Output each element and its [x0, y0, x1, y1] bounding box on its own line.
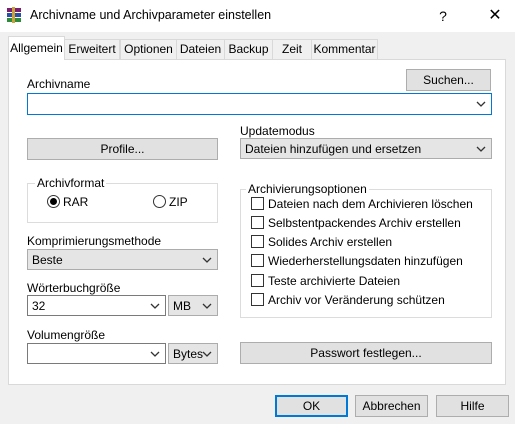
cancel-button[interactable]: Abbrechen [355, 395, 428, 417]
volume-label: Volumengröße [27, 328, 106, 342]
option-label: Selbstentpackendes Archiv erstellen [268, 216, 461, 230]
tab-allgemein[interactable]: Allgemein [8, 36, 65, 60]
profile-button[interactable]: Profile... [27, 138, 218, 160]
dictionary-unit-select[interactable]: MB [168, 295, 218, 316]
compression-value: Beste [32, 253, 63, 267]
dictionary-label: Wörterbuchgröße [27, 281, 121, 295]
tab-dateien[interactable]: Dateien [176, 39, 225, 59]
set-password-button[interactable]: Passwort festlegen... [240, 342, 492, 364]
archive-name-combobox[interactable] [27, 93, 492, 115]
option-solid[interactable]: Solides Archiv erstellen [251, 233, 487, 251]
chevron-down-icon [476, 146, 486, 152]
option-label: Solides Archiv erstellen [268, 235, 393, 249]
tab-kommentar[interactable]: Kommentar [311, 39, 378, 59]
update-mode-value: Dateien hinzufügen und ersetzen [245, 142, 422, 156]
chevron-down-icon[interactable] [149, 347, 161, 361]
archive-format-label: Archivformat [35, 176, 107, 190]
compression-select[interactable]: Beste [27, 249, 218, 270]
checkbox[interactable] [251, 274, 264, 287]
archive-name-label: Archivname [27, 77, 91, 91]
update-mode-select[interactable]: Dateien hinzufügen und ersetzen [240, 138, 492, 159]
checkbox[interactable] [251, 235, 264, 248]
tab-zeit[interactable]: Zeit [272, 39, 312, 59]
window-title: Archivname und Archivparameter einstelle… [30, 8, 272, 22]
help-title-button[interactable]: ? [433, 6, 453, 26]
radio-zip-label[interactable]: ZIP [169, 195, 188, 209]
radio-rar-label[interactable]: RAR [63, 195, 88, 209]
chevron-down-icon [202, 351, 212, 357]
checkbox[interactable] [251, 254, 264, 267]
chevron-down-icon [202, 257, 212, 263]
option-delete-after[interactable]: Dateien nach dem Archivieren löschen [251, 195, 487, 213]
volume-unit-value: Bytes [173, 347, 204, 361]
browse-button[interactable]: Suchen... [406, 69, 491, 91]
option-lock[interactable]: Archiv vor Veränderung schützen [251, 291, 487, 309]
chevron-down-icon[interactable] [475, 97, 487, 111]
volume-combobox[interactable] [27, 343, 166, 364]
dictionary-unit-value: MB [173, 299, 191, 313]
option-label: Dateien nach dem Archivieren löschen [268, 197, 473, 211]
winrar-app-icon [7, 7, 21, 23]
option-label: Archiv vor Veränderung schützen [268, 293, 445, 307]
option-label: Wiederherstellungsdaten hinzufügen [268, 254, 463, 268]
archiving-options-label: Archivierungsoptionen [246, 182, 369, 196]
dictionary-combobox[interactable]: 32 [27, 295, 166, 316]
dictionary-value: 32 [32, 299, 46, 313]
option-test[interactable]: Teste archivierte Dateien [251, 272, 487, 290]
option-sfx[interactable]: Selbstentpackendes Archiv erstellen [251, 214, 487, 232]
radio-rar[interactable] [47, 195, 60, 208]
chevron-down-icon[interactable] [149, 299, 161, 313]
radio-zip[interactable] [153, 195, 166, 208]
volume-unit-select[interactable]: Bytes [168, 343, 218, 364]
checkbox[interactable] [251, 293, 264, 306]
checkbox[interactable] [251, 197, 264, 210]
option-recovery[interactable]: Wiederherstellungsdaten hinzufügen [251, 252, 487, 270]
checkbox[interactable] [251, 216, 264, 229]
ok-button[interactable]: OK [275, 395, 348, 417]
update-mode-label: Updatemodus [240, 124, 315, 138]
tab-backup[interactable]: Backup [224, 39, 273, 59]
chevron-down-icon [202, 303, 212, 309]
help-button[interactable]: Hilfe [436, 395, 509, 417]
radio-dot [50, 198, 57, 205]
close-button[interactable]: ✕ [485, 6, 505, 26]
option-label: Teste archivierte Dateien [268, 274, 401, 288]
tab-optionen[interactable]: Optionen [120, 39, 177, 59]
tab-erweitert[interactable]: Erweitert [64, 39, 120, 59]
compression-label: Komprimierungsmethode [27, 234, 162, 248]
